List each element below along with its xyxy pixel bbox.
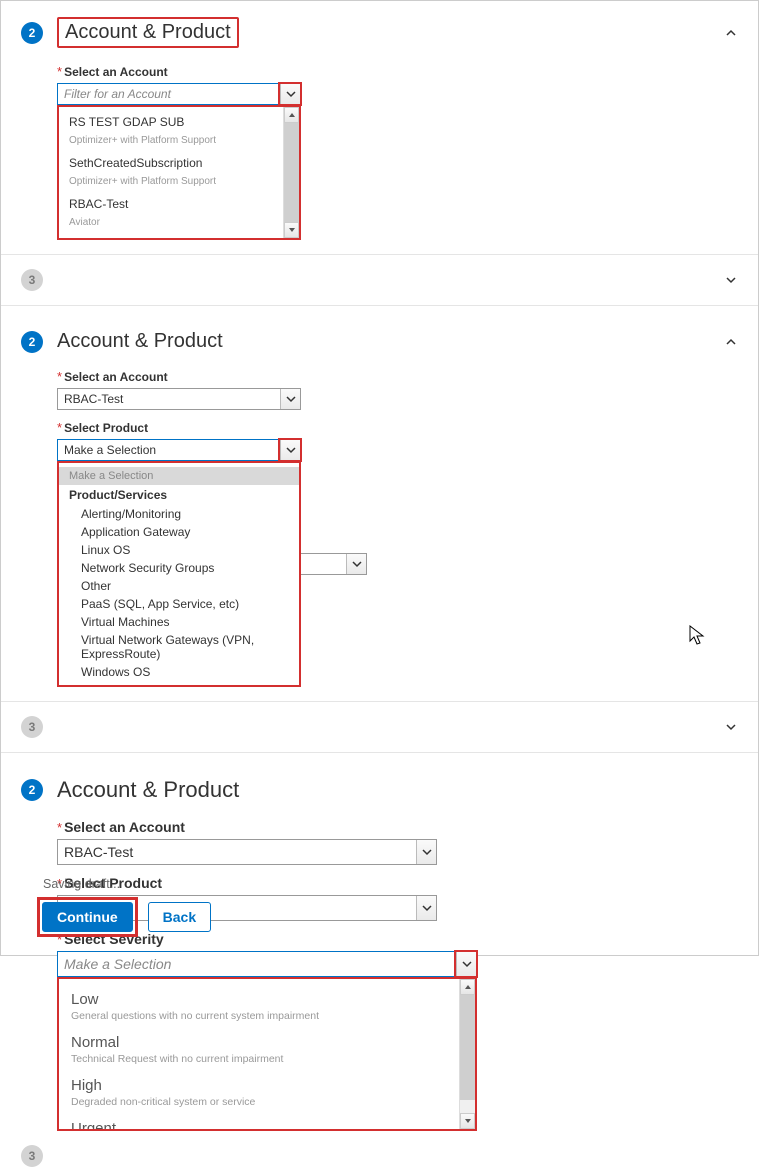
- required-marker: *: [57, 64, 62, 79]
- scroll-down-icon[interactable]: [284, 222, 299, 238]
- product-option[interactable]: PaaS (SQL, App Service, etc): [59, 595, 299, 613]
- severity-name: High: [71, 1077, 445, 1094]
- scroll-down-icon[interactable]: [460, 1113, 475, 1129]
- dropdown-arrow-icon[interactable]: [416, 896, 436, 920]
- continue-button[interactable]: Continue: [42, 902, 133, 932]
- scrollbar[interactable]: [459, 979, 475, 1129]
- footer: Saving draft... Continue Back: [37, 877, 211, 937]
- severity-option[interactable]: Low General questions with no current sy…: [59, 983, 457, 1026]
- product-option[interactable]: Windows OS: [59, 663, 299, 681]
- severity-option[interactable]: High Degraded non-critical system or ser…: [59, 1069, 457, 1112]
- account-value: RBAC-Test: [64, 844, 133, 860]
- account-select-input[interactable]: Filter for an Account: [57, 83, 301, 105]
- account-placeholder: Filter for an Account: [64, 87, 171, 101]
- collapse-icon[interactable]: [724, 335, 738, 349]
- scroll-up-icon[interactable]: [284, 107, 299, 123]
- severity-name: Normal: [71, 1034, 445, 1051]
- collapse-icon[interactable]: [724, 26, 738, 40]
- account-value: RBAC-Test: [64, 392, 123, 406]
- step-badge: 2: [21, 779, 43, 801]
- product-option[interactable]: Other: [59, 577, 299, 595]
- severity-desc: General questions with no current system…: [71, 1010, 445, 1022]
- continue-highlight: Continue: [37, 897, 138, 937]
- panel-account-product-1: 2 Account & Product *Select an Account F…: [1, 1, 758, 255]
- account-option-plan: Optimizer+ with Platform Support: [59, 133, 299, 152]
- step-badge: 3: [21, 1145, 43, 1167]
- section-header: 2 Account & Product: [21, 324, 738, 359]
- product-group-header: Make a Selection: [59, 467, 299, 485]
- account-label-row: *Select an Account: [57, 64, 738, 79]
- dropdown-arrow-icon[interactable]: [416, 840, 436, 864]
- product-option[interactable]: Network Security Groups: [59, 559, 299, 577]
- expand-icon[interactable]: [724, 720, 738, 734]
- severity-name: Urgent: [71, 1120, 445, 1129]
- account-option-plan: Aviator: [59, 215, 299, 234]
- scroll-up-icon[interactable]: [460, 979, 475, 995]
- product-option[interactable]: Linux OS: [59, 541, 299, 559]
- saving-status: Saving draft...: [43, 877, 211, 891]
- account-option[interactable]: RS TEST GDAP SUB: [59, 111, 299, 133]
- severity-desc: Degraded non-critical system or service: [71, 1096, 445, 1108]
- account-option[interactable]: RBAC-Test: [59, 193, 299, 215]
- dropdown-arrow-icon[interactable]: [280, 84, 300, 104]
- account-option[interactable]: SethCreatedSubscription: [59, 152, 299, 174]
- step-badge: 2: [21, 22, 43, 44]
- account-dropdown: RS TEST GDAP SUB Optimizer+ with Platfor…: [57, 105, 301, 240]
- section-title: Account & Product: [57, 17, 239, 48]
- dropdown-arrow-icon[interactable]: [280, 389, 300, 409]
- product-option[interactable]: Application Gateway: [59, 523, 299, 541]
- expand-icon[interactable]: [724, 273, 738, 287]
- section-header: 2 Account & Product: [21, 11, 738, 54]
- step-badge: 2: [21, 331, 43, 353]
- section-title: Account & Product: [57, 777, 738, 803]
- section-title: Account & Product: [57, 330, 724, 353]
- severity-desc: Technical Request with no current impair…: [71, 1053, 445, 1065]
- scrollbar[interactable]: [283, 107, 299, 238]
- severity-option[interactable]: Normal Technical Request with no current…: [59, 1026, 457, 1069]
- hidden-select-arrow[interactable]: [346, 554, 366, 574]
- panel-account-product-2: 2 Account & Product *Select an Account R…: [1, 306, 758, 702]
- account-label: Select an Account: [64, 819, 185, 835]
- severity-select[interactable]: Make a Selection: [57, 951, 477, 977]
- severity-placeholder: Make a Selection: [64, 956, 171, 972]
- product-dropdown: Make a Selection Product/Services Alerti…: [57, 461, 301, 687]
- product-select[interactable]: Make a Selection: [57, 439, 301, 461]
- severity-option[interactable]: Urgent: [59, 1112, 457, 1129]
- scroll-thumb[interactable]: [460, 995, 475, 1100]
- product-label: Select Product: [64, 421, 148, 435]
- account-label: Select an Account: [64, 65, 168, 79]
- product-group-label: Product/Services: [59, 485, 299, 505]
- scroll-thumb[interactable]: [284, 123, 299, 222]
- product-option[interactable]: Virtual Network Gateways (VPN, ExpressRo…: [59, 631, 299, 663]
- step-3-collapsed[interactable]: 3: [1, 1131, 758, 1171]
- account-label: Select an Account: [64, 370, 168, 384]
- panel-account-product-3: 2 Account & Product *Select an Account R…: [1, 753, 758, 1131]
- severity-dropdown: Low General questions with no current sy…: [57, 977, 477, 1131]
- product-option[interactable]: Alerting/Monitoring: [59, 505, 299, 523]
- step-badge: 3: [21, 716, 43, 738]
- dropdown-arrow-icon[interactable]: [280, 440, 300, 460]
- step-badge: 3: [21, 269, 43, 291]
- account-select[interactable]: RBAC-Test: [57, 388, 301, 410]
- account-select[interactable]: RBAC-Test: [57, 839, 437, 865]
- product-option[interactable]: Virtual Machines: [59, 613, 299, 631]
- back-button[interactable]: Back: [148, 902, 211, 932]
- account-option-plan: Optimizer+ with Platform Support: [59, 174, 299, 193]
- section-header: 2 Account & Product: [21, 771, 738, 809]
- product-placeholder: Make a Selection: [64, 443, 156, 457]
- severity-name: Low: [71, 991, 445, 1008]
- step-3-collapsed[interactable]: 3: [1, 702, 758, 753]
- step-3-collapsed[interactable]: 3: [1, 255, 758, 306]
